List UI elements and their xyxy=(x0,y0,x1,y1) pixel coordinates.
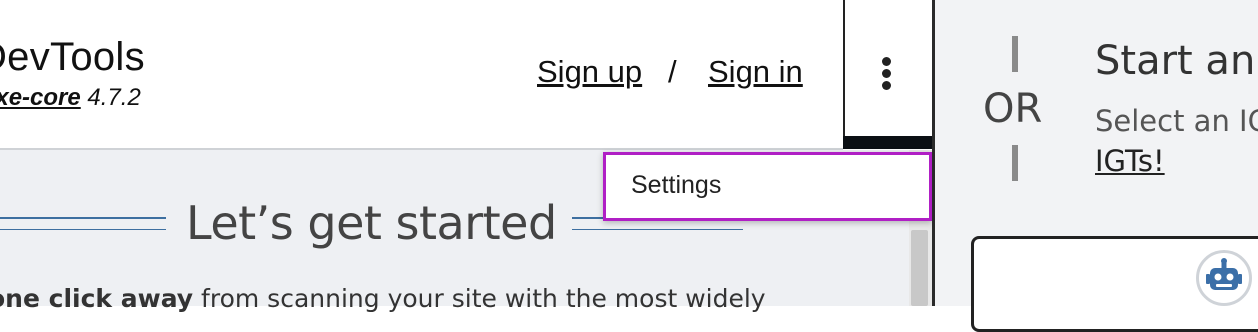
library-version: 4.7.2 xyxy=(87,84,141,111)
page-heading: Let’s get started xyxy=(186,196,557,250)
sign-in-link[interactable]: Sign in xyxy=(708,54,803,90)
menu-item-settings[interactable]: Settings xyxy=(631,171,721,200)
auth-separator: / xyxy=(668,54,677,89)
start-title: Start an xyxy=(1095,38,1256,84)
or-bar-bottom xyxy=(1012,145,1018,181)
app-header: DevTools axe-core 4.7.2 Sign up / Sign i… xyxy=(0,0,843,150)
intro-bold: one click away xyxy=(0,284,194,313)
intro-rest: from scanning your site with the most wi… xyxy=(193,284,766,313)
app-version: axe-core 4.7.2 xyxy=(0,84,141,112)
select-text: Select an IG xyxy=(1095,104,1258,138)
library-link[interactable]: axe-core xyxy=(0,84,81,111)
sign-up-link[interactable]: Sign up xyxy=(537,54,642,90)
heading-rule-right-thin xyxy=(572,229,743,230)
robot-icon[interactable] xyxy=(1196,250,1252,306)
scrollbar-thumb[interactable] xyxy=(911,230,928,306)
heading-rule-left-thin xyxy=(0,229,166,230)
menu-underline xyxy=(843,136,934,149)
kebab-menu-icon[interactable] xyxy=(880,57,894,91)
settings-dropdown: Settings xyxy=(603,152,932,221)
intro-text: one click away from scanning your site w… xyxy=(0,284,766,313)
app-title: DevTools xyxy=(0,35,145,79)
or-label: OR xyxy=(983,86,1043,132)
left-panel: DevTools axe-core 4.7.2 Sign up / Sign i… xyxy=(0,0,934,313)
or-bar-top xyxy=(1012,36,1018,72)
heading-rule-left xyxy=(0,217,166,219)
igts-link[interactable]: IGTs! xyxy=(1095,144,1165,178)
